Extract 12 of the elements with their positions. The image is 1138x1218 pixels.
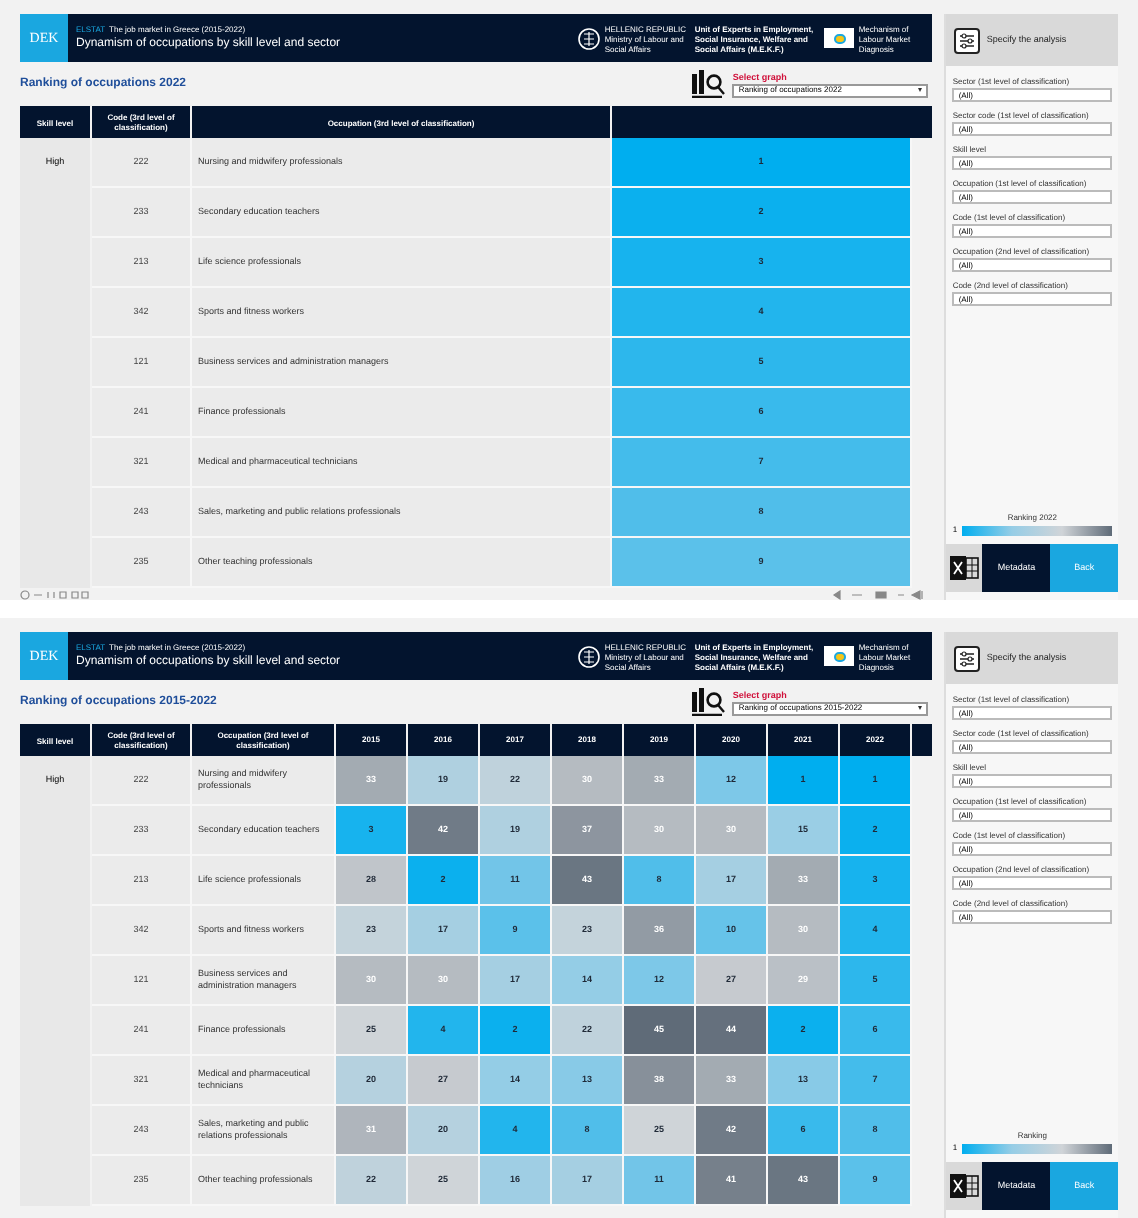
emblem-icon: [578, 27, 601, 49]
chart-search-icon: [692, 688, 727, 716]
mechanism-logo: [824, 646, 855, 666]
sliders-icon: [954, 645, 981, 671]
sliders-icon: [954, 27, 981, 53]
chart-search-icon: [692, 70, 727, 98]
caret-icon: [918, 706, 923, 710]
caret-icon: [918, 88, 923, 92]
excel-icon[interactable]: [946, 1162, 983, 1210]
mechanism-logo: [824, 28, 855, 48]
emblem-icon: [578, 645, 601, 667]
excel-icon[interactable]: [946, 544, 983, 592]
